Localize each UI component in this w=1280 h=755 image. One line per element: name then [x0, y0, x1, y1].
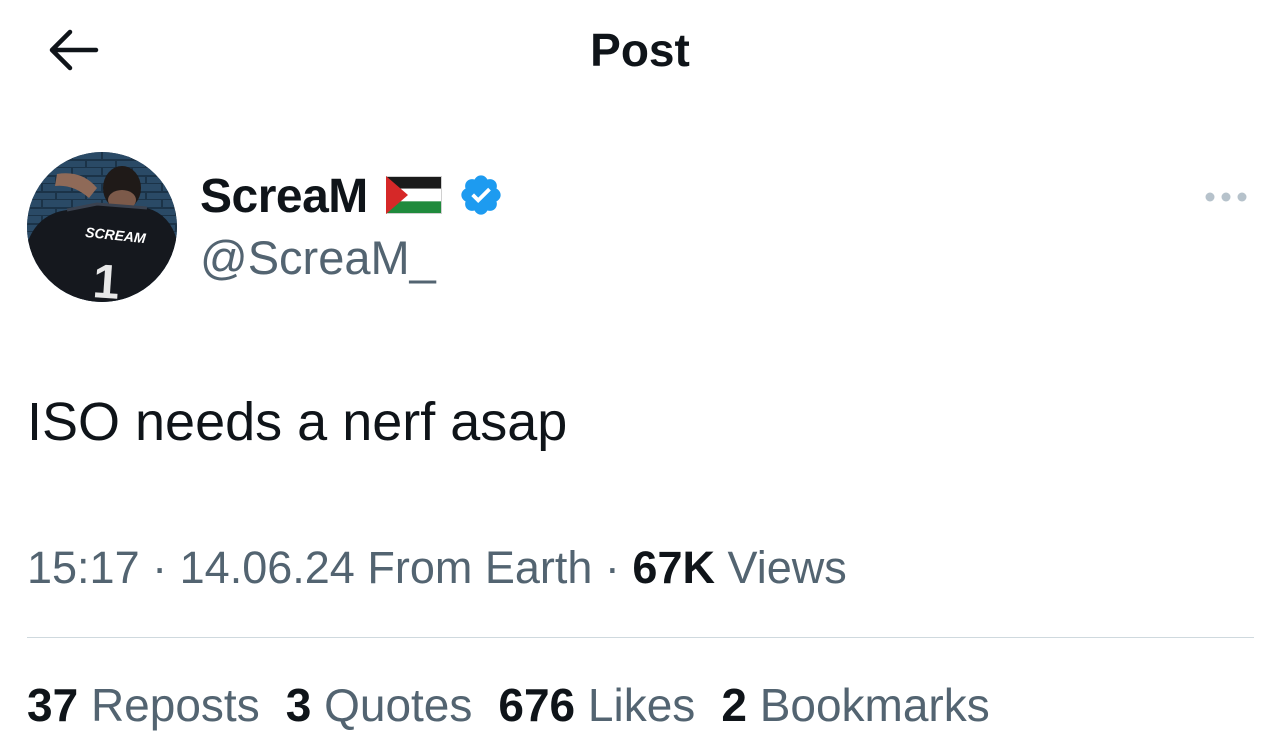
stat-count: 37: [27, 679, 79, 731]
palestine-flag-icon: [385, 175, 442, 219]
stat-count: 3: [285, 679, 312, 731]
tweet-date[interactable]: 14.06.24: [180, 542, 355, 593]
more-button[interactable]: [1196, 174, 1256, 220]
bookmarks-stat[interactable]: 2 Bookmarks: [721, 676, 989, 734]
stat-count: 2: [721, 679, 747, 731]
tweet-text: ISO needs a nerf asap: [27, 392, 568, 452]
reposts-stat[interactable]: 37 Reposts: [27, 676, 260, 734]
avatar-jersey-number: 1: [91, 255, 121, 302]
views-label: Views: [727, 542, 847, 593]
stat-label: Bookmarks: [759, 679, 990, 731]
divider: [27, 637, 1254, 638]
likes-stat[interactable]: 676 Likes: [498, 676, 695, 734]
more-horizontal-icon: [1205, 192, 1247, 202]
tweet-location: From Earth: [367, 542, 593, 593]
tweet-time[interactable]: 15:17: [27, 542, 140, 593]
page-title: Post: [590, 24, 690, 76]
display-name[interactable]: ScreaM: [200, 168, 368, 226]
tweet-meta: 15:17 · 14.06.24 From Earth · 67K Views: [27, 540, 847, 596]
engagement-stats: 37 Reposts 3 Quotes 676 Likes 2 Bookmark…: [27, 676, 1016, 734]
stat-label: Reposts: [90, 679, 260, 731]
stat-count: 676: [498, 679, 576, 731]
meta-separator: ·: [604, 542, 620, 593]
verified-badge-icon[interactable]: [458, 172, 504, 223]
stat-label: Likes: [587, 679, 696, 731]
views-count[interactable]: 67K: [632, 542, 715, 593]
author-handle[interactable]: @ScreaM_: [200, 230, 436, 286]
arrow-left-icon: [49, 29, 99, 71]
quotes-stat[interactable]: 3 Quotes: [286, 676, 473, 734]
back-button[interactable]: [40, 22, 104, 78]
stat-label: Quotes: [324, 679, 473, 731]
meta-separator: ·: [152, 542, 168, 593]
author-name-row: ScreaM: [200, 168, 504, 226]
avatar[interactable]: SCREAM 1: [27, 152, 177, 302]
